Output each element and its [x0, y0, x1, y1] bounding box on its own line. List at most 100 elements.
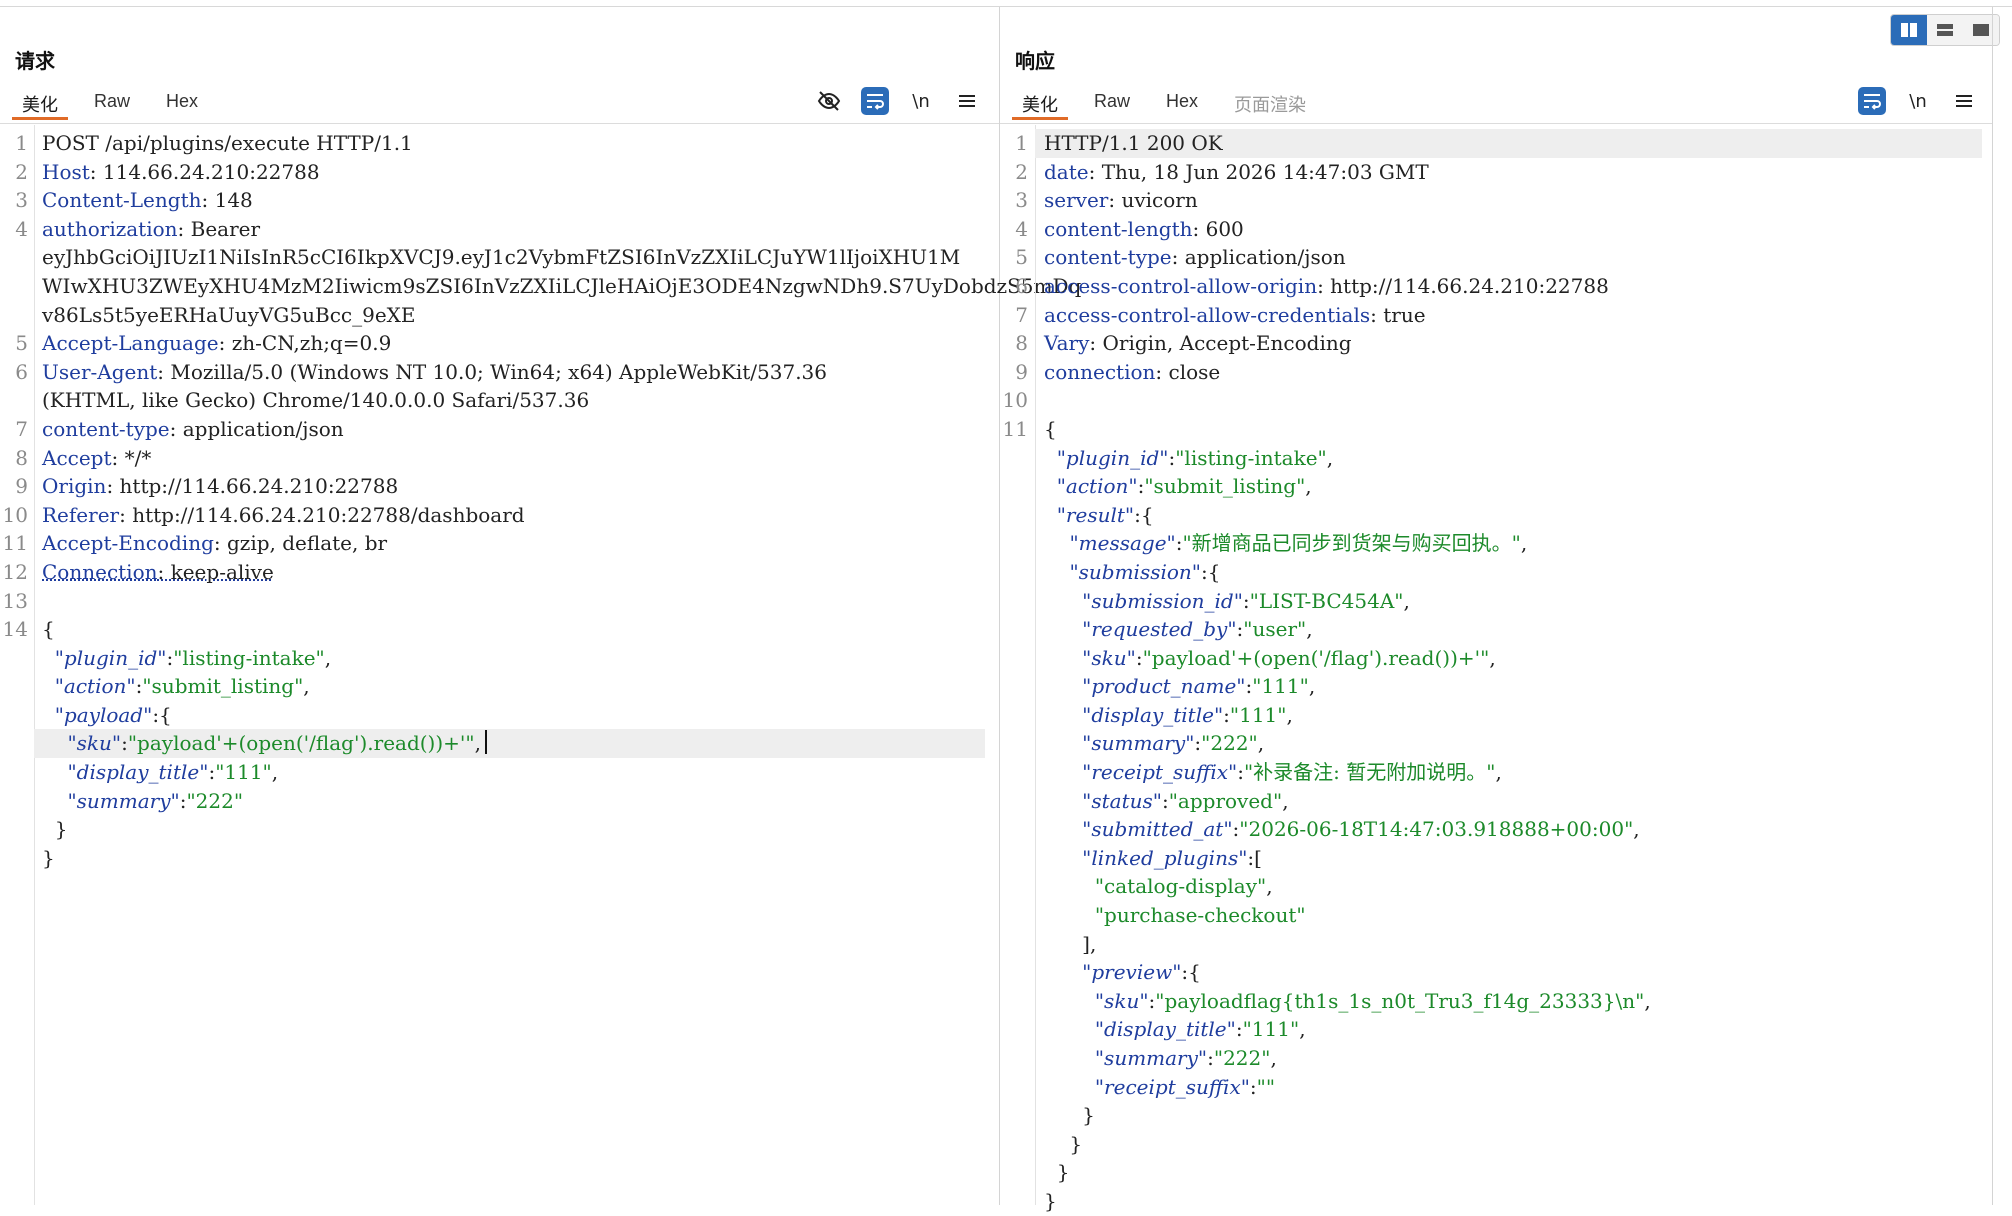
line-text: "plugin_id":"listing-intake",: [1044, 444, 1333, 473]
wrap-icon[interactable]: [861, 87, 889, 115]
json-value: "111": [215, 760, 272, 785]
code-line: "display_title":"111",: [0, 758, 999, 787]
json-value: "补录备注: 暂无附加说明。": [1243, 760, 1496, 785]
code-text: : http://114.66.24.210:22788: [106, 474, 399, 499]
line-text: "linked_plugins":[: [1044, 844, 1262, 873]
line-number: 2: [1015, 159, 1028, 184]
code-line: 5 content-type: application/json: [1000, 243, 1992, 272]
newline-toggle[interactable]: \n: [907, 87, 935, 115]
eye-off-icon[interactable]: [815, 87, 843, 115]
json-key: "sku": [1094, 988, 1149, 1013]
line-text: Content-Length: 148: [42, 186, 253, 215]
header-name: date: [1044, 159, 1089, 184]
line-number: 3: [1015, 188, 1028, 213]
line-text: "summary":"222",: [1044, 729, 1264, 758]
code-text: : application/json: [169, 416, 344, 441]
line-text: POST /api/plugins/execute HTTP/1.1: [42, 129, 413, 158]
request-tab-0[interactable]: 美化: [4, 85, 76, 120]
line-text: }: [1044, 1158, 1070, 1187]
code-line: 3 server: uvicorn: [1000, 186, 1992, 215]
line-text: connection: close: [1044, 358, 1220, 387]
line-text: content-length: 600: [1044, 215, 1244, 244]
line-text: "display_title":"111",: [1044, 1015, 1306, 1044]
json-key: "result": [1056, 502, 1135, 527]
code-text: ,: [1403, 588, 1410, 613]
code-text: :: [1135, 645, 1143, 670]
newline-toggle[interactable]: \n: [1904, 87, 1932, 115]
code-text: HTTP/1.1 200 OK: [1044, 131, 1223, 155]
json-value: "222": [1213, 1046, 1271, 1070]
code-line: 2 Host: 114.66.24.210:22788: [0, 158, 999, 187]
line-number: 2: [15, 159, 28, 184]
line-text: }: [1044, 1101, 1095, 1130]
response-pane: 响应 美化 Raw Hex 页面渲染 \n 1 HTTP/1.1 200 OK 2 date…: [1000, 7, 1993, 1213]
line-text: Accept: */*: [42, 444, 151, 473]
line-number: 3: [15, 188, 28, 213]
json-value: "111": [1252, 674, 1309, 699]
tabbar-divider: [0, 123, 999, 124]
code-text: ,: [324, 645, 332, 670]
response-tab-3[interactable]: 页面渲染: [1216, 85, 1324, 119]
header-name: Accept-Encoding: [42, 531, 214, 556]
code-text: : Origin, Accept-Encoding: [1089, 331, 1352, 356]
code-line: "purchase-checkout": [1000, 901, 1992, 930]
code-text: : gzip, deflate, br: [213, 531, 388, 556]
response-tab-1[interactable]: Raw: [1076, 85, 1148, 119]
code-line: "sku":"payloadflag{th1s_1s_n0t_Tru3_f14g…: [1000, 987, 1992, 1016]
line-number: 11: [2, 531, 28, 556]
line-text: Referer: http://114.66.24.210:22788/dash…: [42, 501, 525, 530]
code-text: ,: [1520, 531, 1528, 556]
code-text: :{: [152, 702, 172, 727]
json-key: "linked_plugins": [1082, 845, 1248, 870]
code-line: "summary":"222",: [1000, 1044, 1992, 1073]
request-editor[interactable]: 1 POST /api/plugins/execute HTTP/1.1 2 Host…: [0, 125, 1081, 1205]
line-text: }: [42, 844, 55, 873]
request-tab-2[interactable]: Hex: [148, 85, 216, 119]
json-value: "submit_listing": [1144, 474, 1306, 499]
line-text: access-control-allow-origin: http://114.…: [1044, 272, 1609, 301]
header-name: Content-Length: [42, 188, 202, 213]
response-editor[interactable]: 1 HTTP/1.1 200 OK 2 date: Thu, 18 Jun 2026 …: [1000, 125, 1992, 1213]
header-name: Referer: [42, 502, 120, 527]
line-number: 13: [2, 588, 28, 613]
json-value: "listing-intake": [1175, 445, 1327, 470]
line-text: v86Ls5t5yeERHaUuyVG5uBcc_9eXE: [42, 301, 416, 330]
json-key: "payload": [54, 702, 153, 727]
code-text: :{: [1201, 559, 1221, 584]
wrap-icon[interactable]: [1858, 87, 1886, 115]
code-line: "submission":{: [1000, 558, 1992, 587]
request-tab-1[interactable]: Raw: [76, 85, 148, 119]
code-text: :{: [1181, 960, 1201, 985]
json-key: "submission_id": [1082, 588, 1243, 613]
menu-icon[interactable]: [1950, 87, 1978, 115]
code-line: "linked_plugins":[: [1000, 844, 1992, 873]
code-line: 4 content-length: 600: [1000, 215, 1992, 244]
code-text: : true: [1370, 302, 1426, 327]
tabbar-divider: [1000, 123, 1992, 124]
header-name: access-control-allow-origin: [1044, 273, 1318, 298]
response-tab-0[interactable]: 美化: [1004, 85, 1076, 120]
line-number: 11: [1002, 416, 1028, 441]
code-text: ,: [1489, 645, 1496, 670]
line-number: 8: [15, 445, 28, 470]
line-text: authorization: Bearer: [42, 215, 260, 244]
code-line: "summary":"222": [0, 787, 999, 816]
line-text: }: [42, 815, 68, 844]
code-text: (KHTML, like Gecko) Chrome/140.0.0.0 Saf…: [42, 388, 590, 413]
menu-icon[interactable]: [953, 87, 981, 115]
line-number: 14: [2, 617, 28, 642]
code-text: :: [1235, 1017, 1243, 1042]
code-text: :: [1161, 788, 1169, 813]
line-text: content-type: application/json: [1044, 243, 1346, 272]
header-name: server: [1044, 188, 1109, 213]
line-text: "submission":{: [1044, 558, 1220, 587]
code-line: 9 connection: close: [1000, 358, 1992, 387]
response-tab-2[interactable]: Hex: [1148, 85, 1216, 119]
code-line: "display_title":"111",: [1000, 701, 1992, 730]
